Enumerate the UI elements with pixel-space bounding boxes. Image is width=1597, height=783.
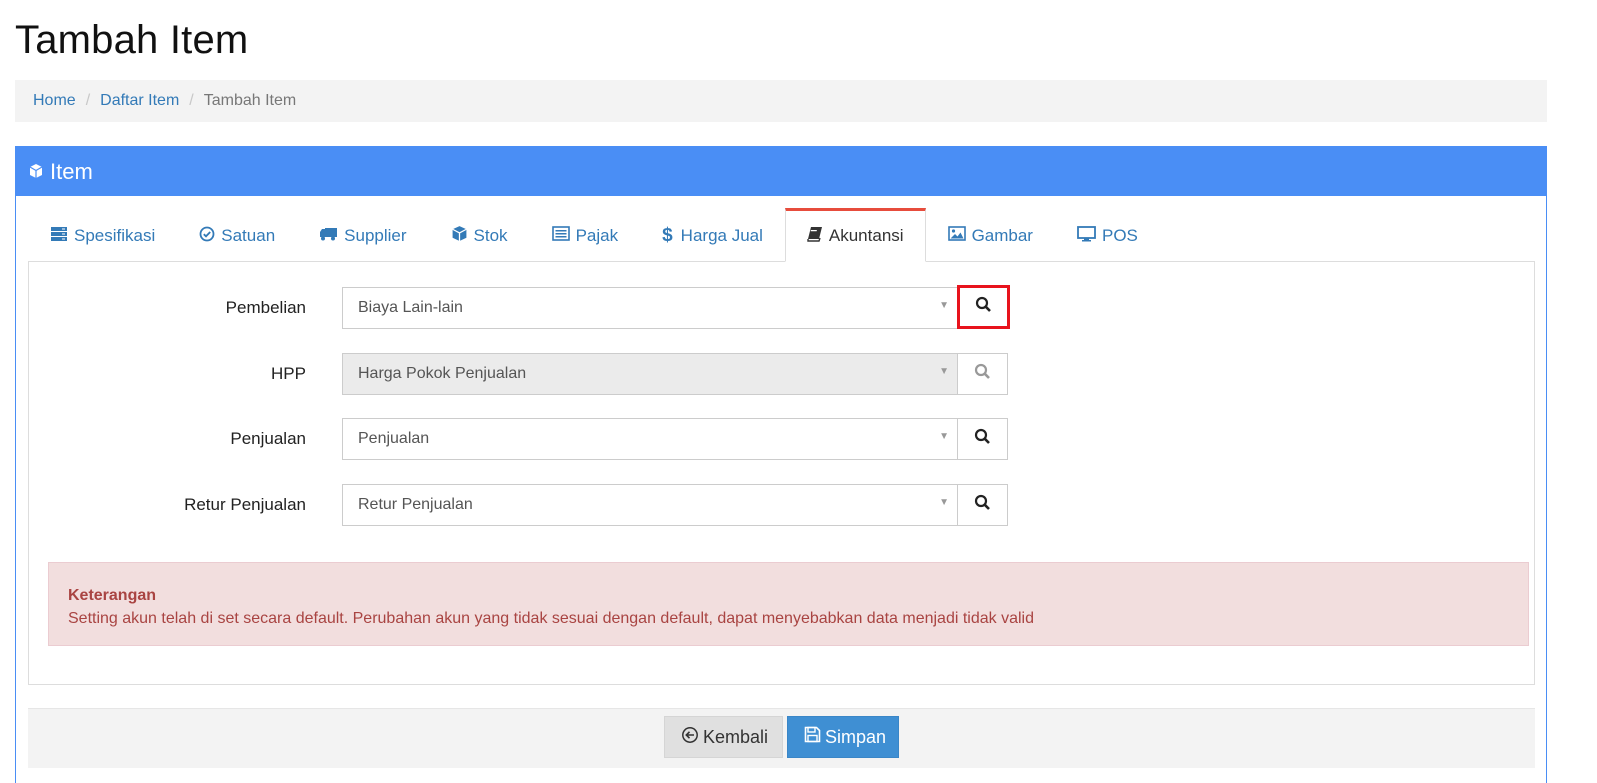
truck-icon	[319, 226, 344, 247]
item-panel: Item Spesifikasi Satuan Supplier Stok Pa…	[15, 146, 1547, 783]
tab-label: Spesifikasi	[74, 226, 156, 245]
tab-label: Satuan	[221, 226, 276, 245]
cube-icon	[28, 159, 50, 185]
tab-label: POS	[1101, 226, 1138, 245]
breadcrumb-daftar-item[interactable]: Daftar Item	[100, 92, 179, 110]
tab-label: Supplier	[344, 226, 407, 245]
breadcrumb-separator: /	[189, 92, 194, 109]
simpan-label: Simpan	[825, 726, 887, 747]
hpp-label: HPP	[271, 364, 306, 383]
list-alt-icon	[551, 226, 576, 246]
hpp-value: Harga Pokok Penjualan	[358, 365, 527, 382]
retur-penjualan-value: Retur Penjualan	[358, 496, 473, 513]
tab-stok[interactable]: Stok	[429, 208, 530, 262]
keterangan-alert: Keterangan Setting akun telah di set sec…	[48, 562, 1529, 646]
tab-pos[interactable]: POS	[1055, 208, 1160, 262]
tab-label: Akuntansi	[828, 226, 904, 245]
form-row-penjualan: Penjualan Penjualan ▼	[29, 418, 1534, 460]
caret-down-icon: ▼	[939, 366, 949, 377]
form-row-pembelian: Pembelian Biaya Lain-lain ▼	[29, 285, 1534, 329]
tab-label: Stok	[473, 226, 508, 245]
retur-penjualan-search-button[interactable]	[958, 484, 1008, 526]
pembelian-search-button[interactable]	[957, 285, 1010, 329]
search-icon	[974, 494, 991, 516]
pembelian-label: Pembelian	[225, 298, 306, 317]
tab-pajak[interactable]: Pajak	[530, 208, 641, 262]
penjualan-label: Penjualan	[230, 429, 306, 448]
desktop-icon	[1077, 225, 1102, 247]
kembali-button[interactable]: Kembali	[664, 716, 783, 758]
search-icon	[974, 363, 991, 385]
caret-down-icon: ▼	[939, 431, 949, 442]
form-row-hpp: HPP Harga Pokok Penjualan ▼	[29, 353, 1534, 395]
akuntansi-tab-content: Pembelian Biaya Lain-lain ▼ HPP Harga Po…	[28, 261, 1535, 685]
pembelian-value: Biaya Lain-lain	[358, 299, 463, 316]
panel-title: Item	[50, 158, 93, 184]
breadcrumb: Home / Daftar Item / Tambah Item	[15, 80, 1547, 122]
search-icon	[974, 428, 991, 450]
save-icon	[804, 726, 825, 748]
tab-gambar[interactable]: Gambar	[926, 208, 1055, 262]
penjualan-select[interactable]: Penjualan ▼	[342, 418, 958, 460]
dollar-icon: $	[662, 225, 673, 246]
cube-icon	[451, 225, 474, 247]
tab-satuan[interactable]: Satuan	[177, 208, 297, 262]
breadcrumb-separator: /	[85, 92, 91, 109]
form-row-retur-penjualan: Retur Penjualan Retur Penjualan ▼	[29, 484, 1534, 526]
breadcrumb-home[interactable]: Home	[33, 92, 76, 110]
tab-harga-jual[interactable]: $ Harga Jual	[640, 208, 785, 262]
tab-akuntansi[interactable]: Akuntansi	[784, 208, 926, 262]
retur-penjualan-select[interactable]: Retur Penjualan ▼	[342, 484, 958, 526]
server-icon	[50, 226, 74, 247]
retur-penjualan-label: Retur Penjualan	[184, 495, 306, 514]
image-icon	[947, 226, 972, 246]
caret-down-icon: ▼	[939, 497, 949, 508]
panel-heading: Item	[16, 147, 1546, 196]
form-footer: Kembali Simpan	[28, 708, 1535, 768]
breadcrumb-current: Tambah Item	[203, 92, 297, 109]
tab-spesifikasi[interactable]: Spesifikasi	[28, 208, 177, 262]
kembali-label: Kembali	[703, 726, 769, 747]
penjualan-search-button[interactable]	[958, 418, 1008, 460]
tab-bar: Spesifikasi Satuan Supplier Stok Pajak $…	[28, 208, 1534, 262]
tab-label: Harga Jual	[680, 226, 763, 245]
hpp-select: Harga Pokok Penjualan ▼	[342, 353, 958, 395]
alert-message: Setting akun telah di set secara default…	[68, 610, 1034, 627]
tab-label: Pajak	[575, 226, 619, 245]
book-icon	[807, 226, 829, 247]
tab-supplier[interactable]: Supplier	[297, 208, 428, 262]
simpan-button[interactable]: Simpan	[787, 716, 899, 758]
caret-down-icon: ▼	[939, 300, 949, 311]
penjualan-value: Penjualan	[358, 430, 430, 447]
check-circle-icon	[199, 226, 221, 247]
arrow-circle-left-icon	[681, 726, 703, 749]
hpp-search-button	[958, 353, 1008, 395]
page-title: Tambah Item	[15, 18, 249, 62]
search-icon	[975, 296, 992, 318]
pembelian-select[interactable]: Biaya Lain-lain ▼	[342, 287, 958, 329]
tab-label: Gambar	[971, 226, 1033, 245]
alert-title: Keterangan	[68, 587, 157, 604]
